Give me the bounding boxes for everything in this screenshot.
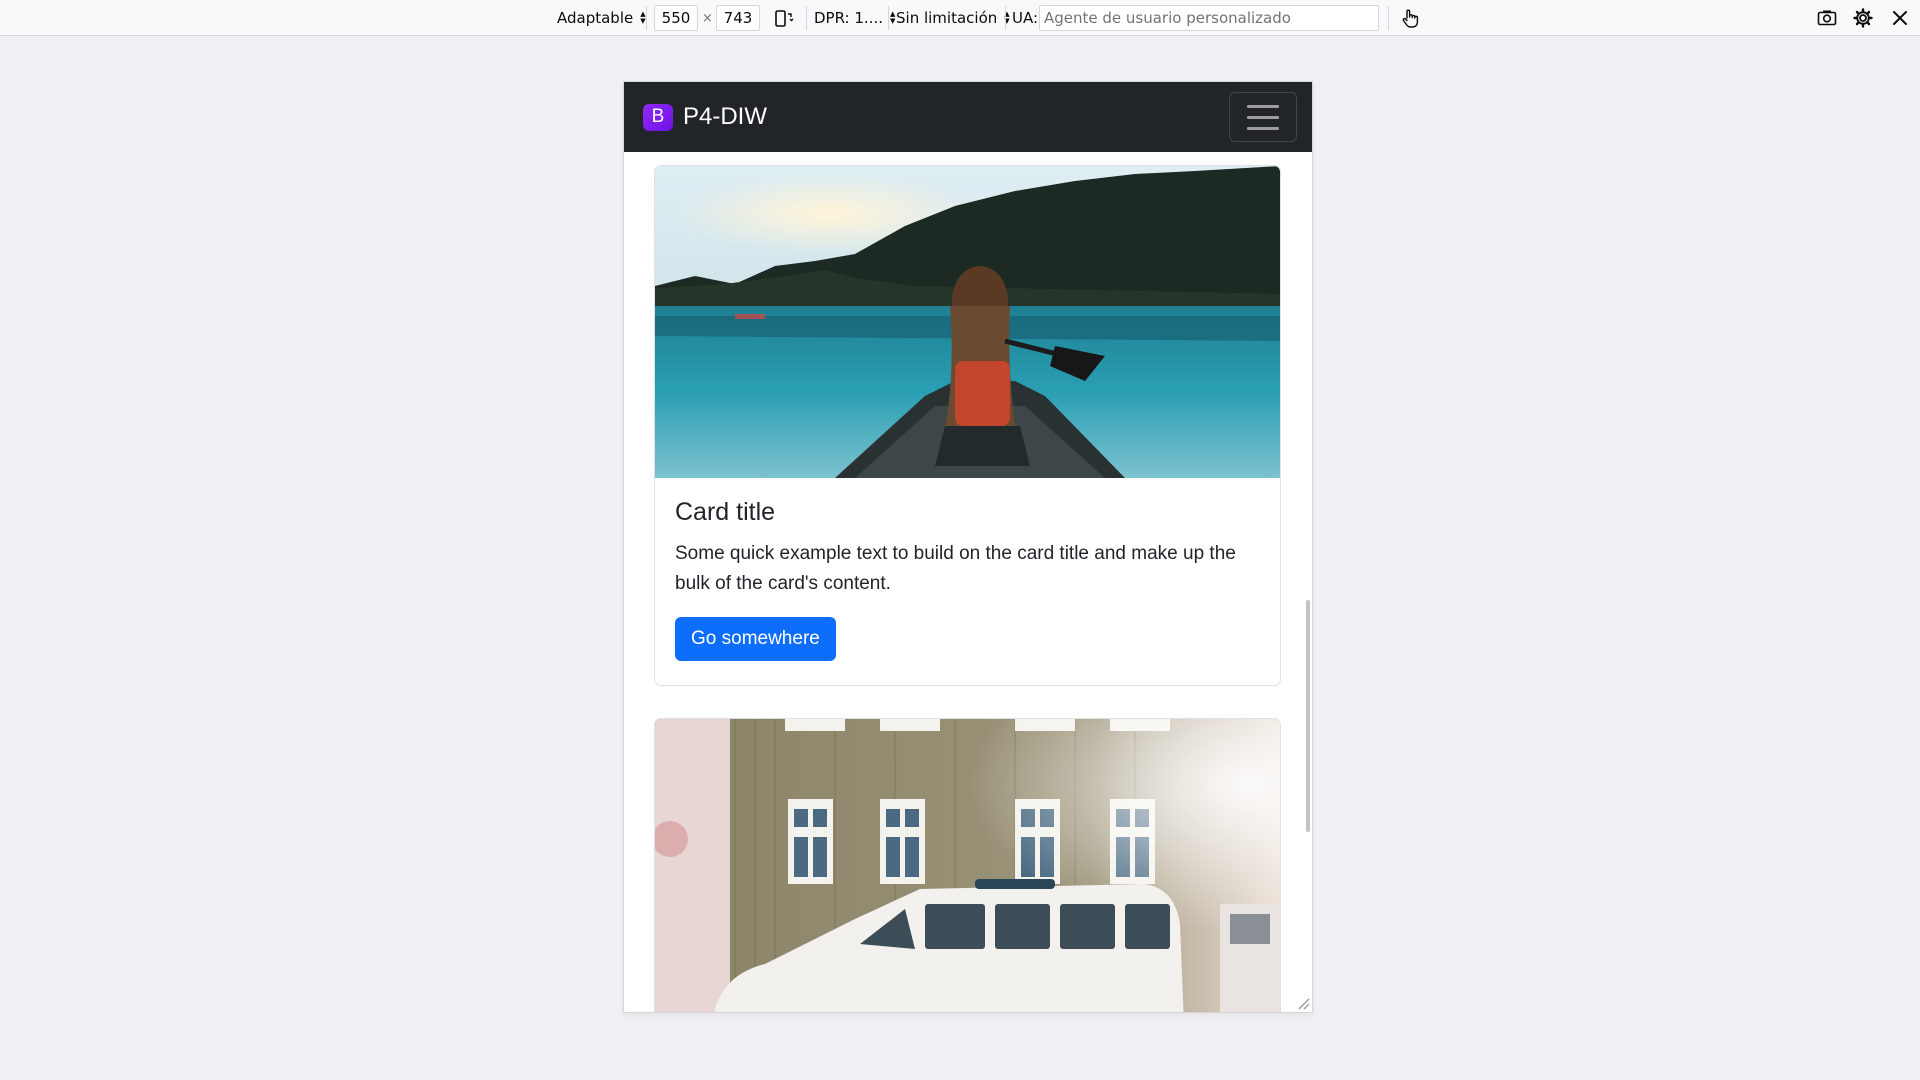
close-rdm-button[interactable] [1888, 0, 1912, 36]
card-title: Card title [675, 498, 776, 526]
viewport-resize-handle[interactable] [1296, 996, 1310, 1010]
hamburger-icon-bar [1247, 115, 1279, 119]
gear-icon [1851, 6, 1875, 30]
hamburger-icon-bar [1247, 126, 1279, 130]
rotate-icon [772, 6, 796, 30]
screenshot-button[interactable] [1815, 0, 1839, 36]
toolbar-separator [1005, 6, 1006, 30]
responsive-design-toolbar: Adaptable ▲ ▼ 550 × 743 DPR: 1.... ▲ ▼ Sin… [0, 0, 1920, 36]
resize-grip-icon [1298, 998, 1310, 1010]
page-content: Card title Some quick example text to bu… [624, 152, 1312, 1012]
navbar-brand[interactable]: B P4-DIW [643, 103, 767, 131]
settings-button[interactable] [1851, 0, 1875, 36]
toolbar-separator [646, 6, 647, 30]
toolbar-separator [1388, 6, 1389, 30]
viewport-width-input[interactable]: 550 [654, 5, 698, 31]
device-selector-arrows-icon: ▲ ▼ [640, 10, 646, 25]
camera-icon [1815, 6, 1839, 30]
card [654, 718, 1281, 1012]
network-throttling-selector[interactable]: Sin limitación ▲ ▼ [896, 0, 1010, 36]
toolbar-separator [888, 6, 889, 30]
touch-hand-icon [1398, 6, 1422, 30]
user-agent-input[interactable]: Agente de usuario personalizado [1039, 5, 1379, 31]
user-agent-label: UA: [1012, 9, 1039, 27]
card: Card title Some quick example text to bu… [654, 165, 1281, 686]
dimension-times-sign: × [702, 10, 713, 26]
network-throttling-label: Sin limitación [896, 9, 998, 27]
card-image-suv-house [655, 719, 1280, 1012]
toolbar-separator [806, 6, 807, 30]
device-selector-label: Adaptable [557, 9, 634, 27]
navbar-toggler-button[interactable] [1229, 92, 1297, 142]
dpr-selector[interactable]: DPR: 1.... ▲ ▼ [814, 0, 895, 36]
page-scrollbar[interactable] [1306, 600, 1310, 832]
dpr-selector-label: DPR: 1.... [814, 9, 883, 27]
navbar: B P4-DIW [624, 82, 1312, 152]
bootstrap-logo-icon: B [643, 103, 673, 131]
viewport-height-input[interactable]: 743 [716, 5, 760, 31]
close-icon [1888, 6, 1912, 30]
device-selector[interactable]: Adaptable ▲ ▼ [557, 0, 646, 36]
card-image-canoe-lake [655, 166, 1280, 478]
hamburger-icon-bar [1247, 104, 1279, 108]
rotate-viewport-button[interactable] [772, 0, 796, 36]
brand-name: P4-DIW [683, 103, 767, 130]
dpr-selector-arrows-icon: ▲ ▼ [890, 10, 896, 25]
touch-simulation-button[interactable] [1398, 0, 1422, 36]
card-body: Card title Some quick example text to bu… [655, 478, 1280, 681]
card-text: Some quick example text to build on the … [675, 543, 1236, 594]
go-somewhere-button[interactable]: Go somewhere [675, 617, 836, 661]
device-viewport: B P4-DIW Card title Some quick example t… [624, 82, 1312, 1012]
